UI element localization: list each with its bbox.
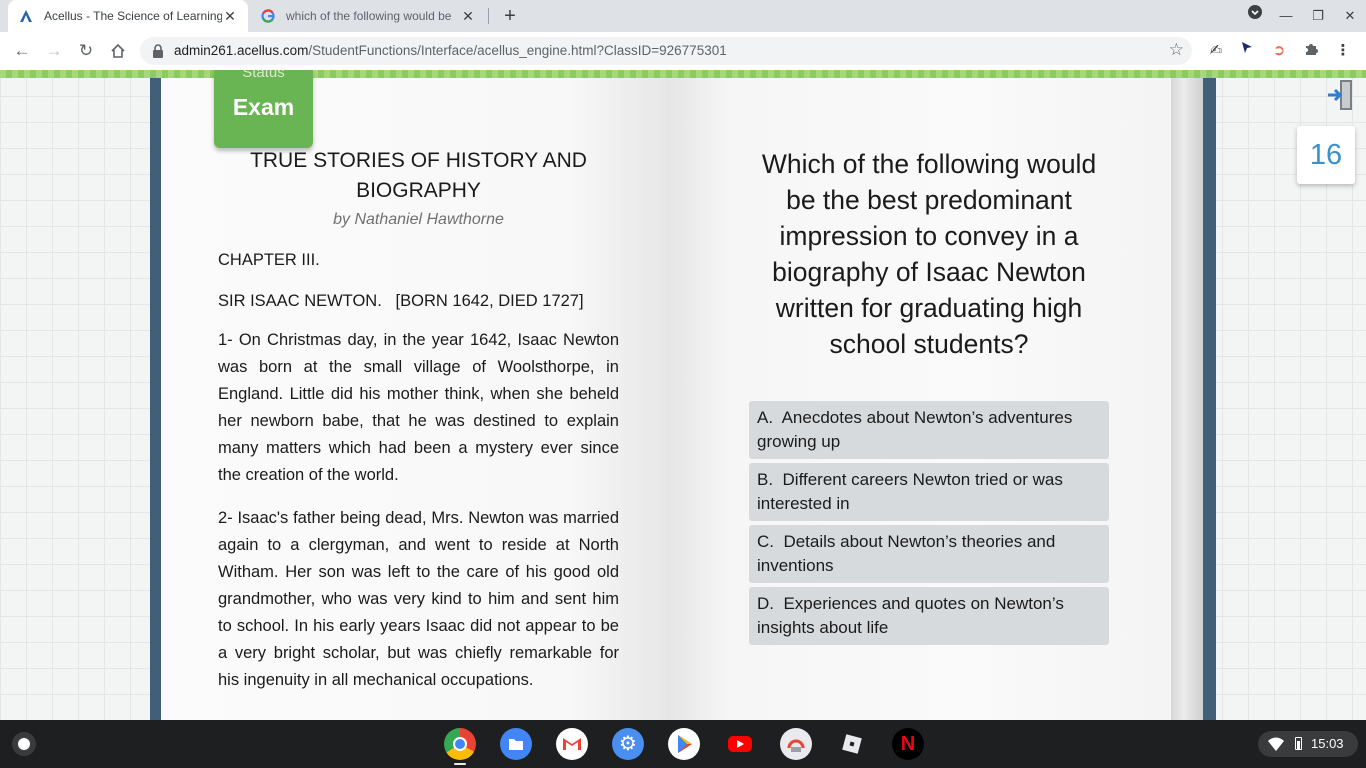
extension-icon[interactable]: ✍ bbox=[1206, 41, 1226, 61]
wifi-icon bbox=[1268, 737, 1284, 751]
close-window-button[interactable]: ✕ bbox=[1335, 4, 1365, 28]
tab-search-icon[interactable] bbox=[1240, 4, 1270, 28]
option-letter: D. bbox=[757, 594, 774, 613]
url-path: /StudentFunctions/Interface/acellus_engi… bbox=[308, 43, 727, 58]
settings-icon[interactable]: ⚙ bbox=[612, 728, 644, 760]
book-byline: by Nathaniel Hawthorne bbox=[333, 211, 504, 228]
play-store-icon[interactable] bbox=[668, 728, 700, 760]
netflix-icon[interactable]: N bbox=[892, 728, 924, 760]
url-domain: admin261.acellus.com bbox=[174, 43, 309, 58]
restore-button[interactable]: ❐ bbox=[1303, 4, 1333, 28]
tab-acellus[interactable]: Acellus - The Science of Learning ✕ bbox=[8, 0, 248, 32]
lock-icon bbox=[153, 44, 163, 58]
status-exam-tab: Status Exam bbox=[214, 70, 313, 148]
acellus-logo-icon bbox=[18, 8, 34, 24]
option-text: Different careers Newton tried or was in… bbox=[757, 470, 1063, 513]
option-text: Experiences and quotes on Newton’s insig… bbox=[757, 594, 1064, 637]
passage-paragraph: 1- On Christmas day, in the year 1642, I… bbox=[218, 331, 619, 484]
home-button[interactable] bbox=[106, 39, 130, 63]
address-bar[interactable]: admin261.acellus.com/StudentFunctions/In… bbox=[140, 37, 1192, 65]
minimize-button[interactable]: — bbox=[1271, 4, 1301, 28]
tab-divider bbox=[488, 8, 489, 24]
status-tray[interactable]: 15:03 bbox=[1258, 731, 1358, 757]
tab-strip: Acellus - The Science of Learning ✕ whic… bbox=[0, 0, 1366, 32]
option-text: Details about Newton’s theories and inve… bbox=[757, 532, 1056, 575]
url-text: admin261.acellus.com/StudentFunctions/In… bbox=[174, 43, 727, 58]
reading-passage: TRUE STORIES OF HISTORY AND BIOGRAPHY by… bbox=[218, 146, 619, 694]
roblox-icon[interactable] bbox=[836, 728, 868, 760]
forward-button[interactable]: → bbox=[42, 39, 66, 63]
back-button[interactable]: ← bbox=[10, 39, 34, 63]
cursor-extension-icon[interactable] bbox=[1237, 41, 1257, 61]
book-title: TRUE STORIES OF HISTORY AND BIOGRAPHY bbox=[250, 149, 587, 202]
chrome-remote-icon[interactable] bbox=[780, 728, 812, 760]
reload-button[interactable]: ↻ bbox=[74, 39, 98, 63]
question-text: Which of the following would be the best… bbox=[761, 149, 1097, 359]
tab-title: which of the following would be bbox=[286, 9, 452, 23]
exam-label: Exam bbox=[232, 94, 295, 120]
progress-strip bbox=[0, 70, 1366, 78]
launcher-button[interactable] bbox=[12, 732, 36, 756]
option-letter: C. bbox=[757, 532, 774, 551]
chrome-icon[interactable] bbox=[444, 728, 476, 760]
passage-paragraph: 2- Isaac's father being dead, Mrs. Newto… bbox=[218, 509, 619, 689]
answer-option-b[interactable]: B. Different careers Newton tried or was… bbox=[749, 463, 1109, 521]
chapter-heading: CHAPTER III. bbox=[218, 251, 320, 269]
files-icon[interactable] bbox=[500, 728, 532, 760]
gmail-icon[interactable] bbox=[556, 728, 588, 760]
option-text: Anecdotes about Newton’s adventures grow… bbox=[757, 408, 1073, 451]
browser-toolbar: ← → ↻ admin261.acellus.com/StudentFuncti… bbox=[0, 32, 1366, 70]
screencast-extension-icon[interactable]: ➲ bbox=[1269, 41, 1289, 61]
acellus-page: Status Exam TRUE STORIES OF HISTORY AND … bbox=[0, 70, 1366, 720]
youtube-icon[interactable] bbox=[724, 728, 756, 760]
tab-google-search[interactable]: which of the following would be ✕ bbox=[250, 0, 486, 32]
extensions-puzzle-icon[interactable] bbox=[1301, 41, 1321, 61]
new-tab-button[interactable]: + bbox=[498, 4, 522, 28]
close-tab-icon[interactable]: ✕ bbox=[222, 8, 238, 24]
option-letter: A. bbox=[757, 408, 774, 427]
question-counter: 16 bbox=[1297, 126, 1355, 184]
chapter-subject: SIR ISAAC NEWTON. [BORN 1642, DIED 1727] bbox=[218, 292, 584, 310]
answer-option-a[interactable]: A. Anecdotes about Newton’s adventures g… bbox=[749, 401, 1109, 459]
book-page-edge bbox=[1171, 78, 1203, 720]
browser-menu-icon[interactable]: ⋮ bbox=[1333, 41, 1353, 61]
running-app-indicator bbox=[454, 763, 466, 765]
status-label: Status bbox=[242, 70, 285, 81]
answer-option-c[interactable]: C. Details about Newton’s theories and i… bbox=[749, 525, 1109, 583]
bookmark-star-icon[interactable]: ☆ bbox=[1169, 40, 1184, 60]
option-letter: B. bbox=[757, 470, 774, 489]
answer-option-d[interactable]: D. Experiences and quotes on Newton’s in… bbox=[749, 587, 1109, 645]
clock-time: 15:03 bbox=[1311, 736, 1344, 751]
tab-title: Acellus - The Science of Learning bbox=[44, 9, 222, 23]
exit-door-icon[interactable] bbox=[1326, 78, 1356, 112]
close-tab-icon[interactable]: ✕ bbox=[460, 8, 476, 24]
google-g-icon bbox=[260, 8, 276, 24]
battery-icon bbox=[1295, 737, 1302, 750]
